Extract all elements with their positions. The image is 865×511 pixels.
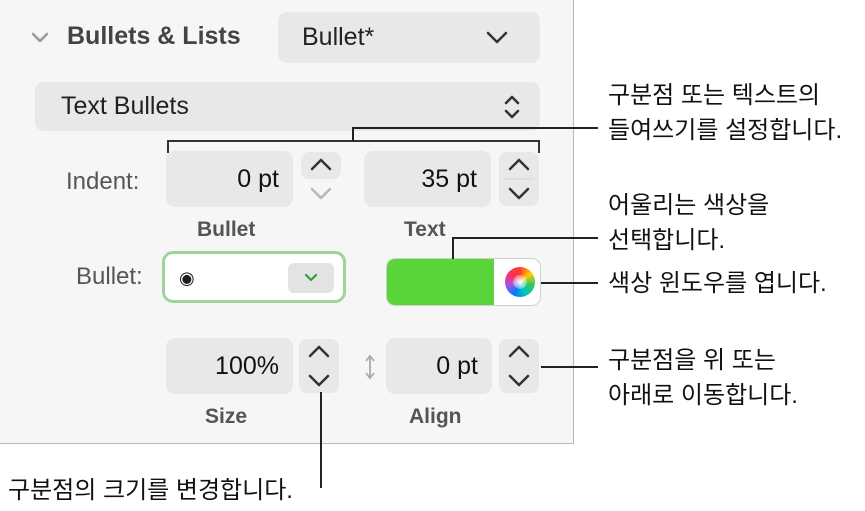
callout-line (452, 237, 598, 239)
align-field[interactable]: 0 pt (386, 338, 492, 394)
text-indent-field[interactable]: 35 pt (364, 151, 491, 207)
wheel-callout: 색상 윈도우를 엽니다. (608, 270, 827, 297)
callout-line (320, 392, 322, 488)
callout-line (541, 366, 598, 368)
bullet-color-well[interactable] (386, 258, 541, 306)
up-down-chevron-icon (504, 95, 520, 119)
indent-callout-line2: 들여쓰기를 설정합니다. (608, 117, 843, 144)
align-stepper[interactable] (498, 338, 540, 394)
bullet-indent-stepper[interactable] (300, 151, 342, 207)
color-swatch[interactable] (387, 259, 494, 305)
bullet-type-popup[interactable]: Text Bullets (35, 82, 540, 131)
stepper-up-icon[interactable] (498, 338, 540, 366)
color-callout-line1: 어울리는 색상을 (608, 192, 770, 219)
bullet-dropdown-button[interactable] (288, 263, 334, 293)
bullet-style-value: Bullet* (302, 23, 375, 51)
indent-bracket (167, 140, 540, 153)
color-callout: 어울리는 색상을 선택합니다. (608, 188, 769, 258)
disclosure-chevron-icon[interactable] (30, 28, 50, 48)
stepper-down-icon[interactable] (498, 366, 540, 394)
align-callout: 구분점을 위 또는 아래로 이동합니다. (608, 343, 798, 413)
indent-callout-line1: 구분점 또는 텍스트의 (608, 82, 821, 109)
bullets-lists-panel: Bullets & Lists Bullet* Text Bullets Ind… (0, 0, 574, 444)
callout-line (541, 282, 598, 284)
bullet-character-well[interactable]: ◉ (162, 251, 346, 303)
stepper-down-icon[interactable] (498, 179, 540, 207)
section-title: Bullets & Lists (67, 22, 241, 50)
callout-line (352, 128, 354, 141)
chevron-down-icon (486, 31, 508, 44)
stepper-down-icon[interactable] (298, 366, 340, 394)
size-caption: Size (205, 405, 248, 428)
size-field[interactable]: 100% (166, 338, 293, 394)
stepper-down-icon-disabled[interactable] (300, 179, 342, 207)
stepper-up-icon[interactable] (298, 338, 340, 366)
size-value: 100% (215, 352, 279, 380)
bullet-label: Bullet: (76, 263, 143, 290)
align-caption: Align (409, 405, 462, 428)
stepper-up-icon[interactable] (300, 151, 342, 179)
color-wheel-icon[interactable] (505, 267, 535, 297)
bullet-glyph: ◉ (179, 268, 195, 289)
bullet-indent-value: 0 pt (237, 165, 279, 193)
vertical-arrows-icon (365, 354, 375, 380)
align-callout-line2: 아래로 이동합니다. (608, 382, 798, 409)
indent-label: Indent: (66, 168, 140, 195)
bullet-type-value: Text Bullets (61, 92, 189, 120)
text-indent-stepper[interactable] (498, 151, 540, 207)
callout-line (352, 127, 598, 129)
indent-callout: 구분점 또는 텍스트의 들여쓰기를 설정합니다. (608, 78, 842, 148)
size-stepper[interactable] (298, 338, 340, 394)
bullet-indent-caption: Bullet (197, 218, 256, 241)
bullet-indent-field[interactable]: 0 pt (166, 151, 293, 207)
callout-line (452, 238, 454, 259)
stepper-up-icon[interactable] (498, 151, 540, 179)
bullet-style-popup[interactable]: Bullet* (278, 12, 540, 63)
align-value: 0 pt (436, 352, 478, 380)
color-callout-line2: 선택합니다. (608, 227, 726, 254)
align-callout-line1: 구분점을 위 또는 (608, 347, 776, 374)
text-indent-value: 35 pt (421, 165, 477, 193)
size-callout: 구분점의 크기를 변경합니다. (8, 477, 293, 504)
chevron-down-icon (304, 273, 318, 282)
text-indent-caption: Text (404, 218, 446, 241)
